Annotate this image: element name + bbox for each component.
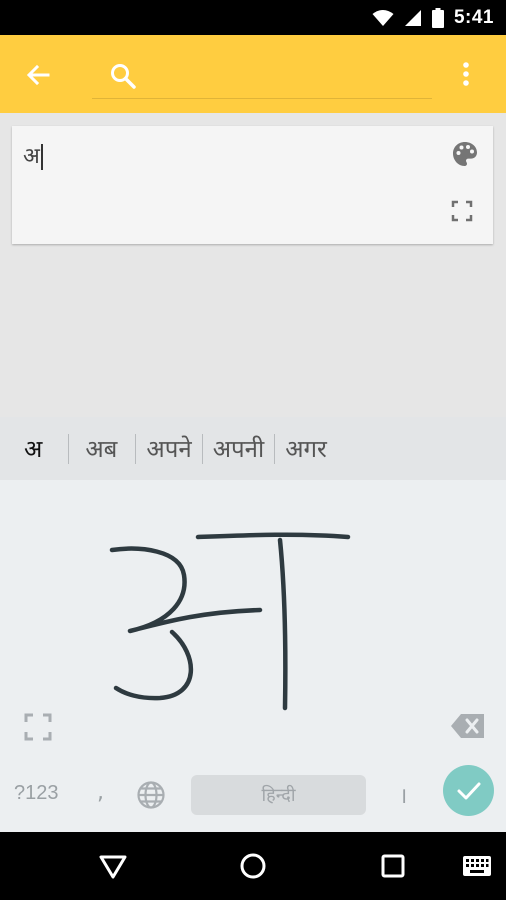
text-input-card[interactable]: अ	[12, 126, 493, 244]
home-circle-icon[interactable]	[237, 850, 269, 882]
more-vert-icon[interactable]	[452, 59, 480, 91]
handwriting-stroke-icon	[109, 532, 351, 711]
check-icon	[457, 782, 480, 799]
suggestion-item[interactable]: अपने	[136, 433, 201, 465]
suggestion-strip: अ अब अपने अपनी अगर	[0, 417, 506, 480]
text-caret	[40, 144, 43, 170]
danda-key[interactable]: ।	[399, 780, 407, 810]
expand-icon[interactable]	[24, 713, 52, 741]
back-arrow-icon[interactable]	[22, 59, 54, 91]
status-bar: 5:41	[0, 0, 506, 35]
recents-square-icon[interactable]	[377, 850, 409, 882]
done-button[interactable]	[443, 765, 494, 816]
wifi-icon	[372, 9, 394, 26]
handwriting-canvas[interactable]	[0, 480, 506, 750]
symbols-key[interactable]: ?123	[14, 782, 59, 805]
palette-icon[interactable]	[451, 140, 479, 168]
search-field-underline[interactable]	[92, 98, 432, 99]
battery-icon	[431, 7, 444, 28]
comma-key[interactable]: ,	[97, 780, 104, 805]
suggestion-item[interactable]: अब	[69, 433, 135, 465]
backspace-icon[interactable]	[450, 712, 486, 740]
handwriting-keyboard: ?123 , हिन्दी ।	[0, 480, 506, 832]
search-icon[interactable]	[108, 61, 138, 91]
keyboard-icon[interactable]	[462, 850, 492, 882]
space-key[interactable]: हिन्दी	[191, 775, 366, 815]
expand-icon[interactable]	[451, 200, 473, 222]
back-triangle-icon[interactable]	[97, 850, 129, 882]
suggestion-item[interactable]: अ	[0, 433, 68, 465]
suggestion-item[interactable]: अगर	[275, 433, 337, 465]
signal-icon	[404, 9, 421, 26]
navigation-bar	[0, 832, 506, 900]
app-bar	[0, 35, 506, 113]
suggestion-item[interactable]: अपनी	[203, 433, 275, 465]
input-text: अ	[23, 144, 40, 169]
status-time: 5:41	[453, 6, 494, 28]
globe-icon[interactable]	[136, 780, 166, 810]
text-input[interactable]: अ	[23, 140, 43, 170]
